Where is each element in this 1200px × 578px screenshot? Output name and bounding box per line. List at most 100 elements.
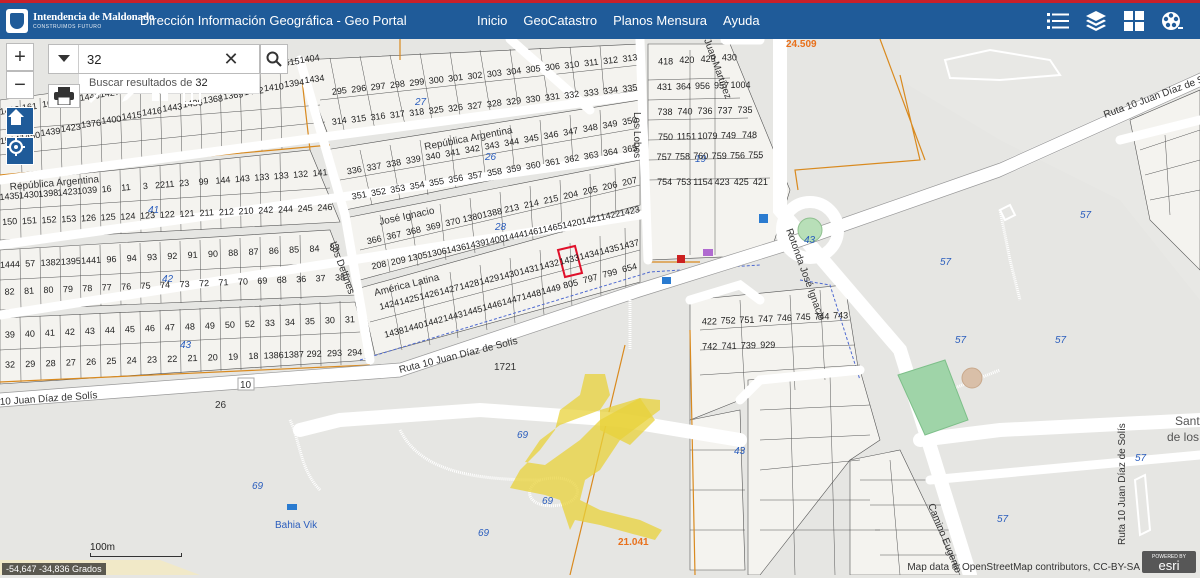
parcel-number[interactable]: 86 bbox=[269, 245, 280, 256]
search-input[interactable] bbox=[79, 52, 219, 67]
parcel-number[interactable]: 47 bbox=[165, 322, 175, 332]
nav-ayuda[interactable]: Ayuda bbox=[723, 13, 760, 28]
parcel-number[interactable]: 298 bbox=[389, 78, 405, 90]
film-reel-icon[interactable] bbox=[1160, 9, 1184, 33]
parcel-number[interactable]: 121 bbox=[179, 208, 195, 219]
parcel-number[interactable]: 750 bbox=[658, 132, 673, 142]
home-button[interactable] bbox=[6, 107, 34, 135]
parcel-number[interactable]: 96 bbox=[106, 254, 117, 265]
parcel-number[interactable]: 125 bbox=[100, 212, 116, 223]
parcel-number[interactable]: 755 bbox=[748, 150, 763, 160]
parcel-number[interactable]: 316 bbox=[370, 111, 386, 123]
parcel-number[interactable]: 742 bbox=[702, 342, 717, 352]
parcel-number[interactable]: 21 bbox=[187, 353, 197, 363]
parcel-number[interactable]: 293 bbox=[327, 348, 342, 359]
parcel-number[interactable]: 143 bbox=[234, 173, 250, 184]
parcel-number[interactable]: 1441 bbox=[81, 255, 102, 266]
grid-icon[interactable] bbox=[1122, 9, 1146, 33]
parcel-number[interactable]: 737 bbox=[717, 106, 732, 116]
parcel-number[interactable]: 141 bbox=[312, 167, 328, 178]
parcel-number[interactable]: 52 bbox=[245, 319, 255, 329]
parcel-number[interactable]: 73 bbox=[179, 279, 190, 290]
parcel-number[interactable]: 302 bbox=[467, 70, 483, 82]
parcel-number[interactable]: 740 bbox=[677, 106, 692, 116]
parcel-number[interactable]: 29 bbox=[25, 359, 35, 369]
parcel-number[interactable]: 23 bbox=[147, 354, 157, 364]
parcel-number[interactable]: 94 bbox=[126, 253, 137, 264]
parcel-number[interactable]: 91 bbox=[187, 250, 198, 261]
parcel-number[interactable]: 296 bbox=[351, 83, 367, 95]
parcel-number[interactable]: 1004 bbox=[730, 80, 750, 90]
parcel-number[interactable]: 31 bbox=[345, 314, 355, 324]
parcel-number[interactable]: 334 bbox=[602, 84, 618, 96]
parcel-number[interactable]: 754 bbox=[657, 177, 672, 187]
parcel-number[interactable]: 736 bbox=[697, 106, 712, 116]
parcel-number[interactable]: 81 bbox=[24, 286, 35, 297]
parcel-number[interactable]: 1079 bbox=[697, 131, 717, 141]
parcel-number[interactable]: 929 bbox=[760, 340, 775, 350]
parcel-number[interactable]: 310 bbox=[564, 59, 580, 71]
parcel-number[interactable]: 325 bbox=[428, 104, 444, 116]
parcel-number[interactable]: 330 bbox=[525, 93, 541, 105]
parcel-number[interactable]: 122 bbox=[159, 209, 175, 220]
parcel-number[interactable]: 306 bbox=[544, 61, 560, 73]
parcel-number[interactable]: 151 bbox=[22, 215, 38, 226]
search-button[interactable] bbox=[260, 44, 288, 74]
parcel-number[interactable]: 420 bbox=[679, 55, 694, 65]
parcel-number[interactable]: 133 bbox=[273, 170, 289, 181]
search-source-dropdown[interactable] bbox=[49, 45, 79, 73]
parcel-number[interactable]: 422 bbox=[702, 317, 717, 327]
parcel-number[interactable]: 326 bbox=[447, 102, 463, 114]
parcel-number[interactable]: 25 bbox=[106, 356, 116, 366]
parcel-number[interactable]: 26 bbox=[86, 357, 96, 367]
parcel-number[interactable]: 957 bbox=[714, 81, 729, 91]
parcel-number[interactable]: 301 bbox=[447, 72, 463, 84]
parcel-number[interactable]: 1382 bbox=[40, 257, 61, 268]
parcel-number[interactable]: 314 bbox=[331, 115, 347, 127]
parcel-number[interactable]: 429 bbox=[701, 54, 716, 64]
parcel-number[interactable]: 85 bbox=[289, 244, 300, 255]
parcel-number[interactable]: 292 bbox=[307, 349, 322, 360]
parcel-number[interactable]: 313 bbox=[622, 52, 638, 64]
parcel-number[interactable]: 80 bbox=[43, 285, 54, 296]
parcel-number[interactable]: 27 bbox=[66, 357, 76, 367]
parcel-number[interactable]: 294 bbox=[347, 347, 362, 358]
parcel-number[interactable]: 90 bbox=[208, 249, 219, 260]
parcel-number[interactable]: 92 bbox=[167, 251, 178, 262]
parcel-number[interactable]: 45 bbox=[125, 324, 135, 334]
parcel-number[interactable]: 2211 bbox=[155, 179, 175, 191]
parcel-number[interactable]: 22 bbox=[167, 354, 177, 364]
parcel-number[interactable]: 39 bbox=[5, 329, 15, 339]
parcel-number[interactable]: 757 bbox=[657, 152, 672, 162]
parcel-number[interactable]: 303 bbox=[486, 68, 502, 80]
parcel-number[interactable]: 78 bbox=[82, 283, 93, 294]
parcel-number[interactable]: 317 bbox=[389, 108, 405, 120]
parcel-number[interactable]: 57 bbox=[25, 258, 36, 269]
parcel-number[interactable]: 244 bbox=[278, 204, 294, 215]
parcel-number[interactable]: 312 bbox=[602, 54, 618, 66]
parcel-number[interactable]: 84 bbox=[309, 243, 320, 254]
parcel-number[interactable]: 75 bbox=[140, 281, 151, 292]
parcel-number[interactable]: 335 bbox=[622, 82, 638, 94]
nav-geocatastro[interactable]: GeoCatastro bbox=[523, 13, 597, 28]
parcel-number[interactable]: 242 bbox=[258, 205, 274, 216]
parcel-number[interactable]: 1444 bbox=[0, 259, 20, 270]
list-icon[interactable] bbox=[1046, 9, 1070, 33]
parcel-number[interactable]: 19 bbox=[228, 352, 238, 362]
parcel-number[interactable]: 42 bbox=[65, 327, 75, 337]
draw-button[interactable] bbox=[112, 84, 144, 108]
parcel-number[interactable]: 300 bbox=[428, 74, 444, 86]
parcel-number[interactable]: 18 bbox=[248, 351, 258, 361]
basemap[interactable]: República Argentina República Argentina … bbox=[0, 39, 1200, 575]
parcel-number[interactable]: 41 bbox=[45, 328, 55, 338]
parcel-number[interactable]: 88 bbox=[228, 248, 239, 259]
parcel-number[interactable]: 1039 bbox=[77, 185, 98, 197]
parcel-number[interactable]: 1430 bbox=[18, 189, 39, 201]
parcel-number[interactable]: 297 bbox=[370, 81, 386, 93]
parcel-number[interactable]: 745 bbox=[796, 312, 811, 322]
parcel-number[interactable]: 315 bbox=[351, 113, 367, 125]
parcel-number[interactable]: 299 bbox=[409, 76, 425, 88]
parcel-number[interactable]: 30 bbox=[325, 315, 335, 325]
locate-button[interactable] bbox=[6, 137, 34, 165]
parcel-number[interactable]: 210 bbox=[238, 205, 254, 216]
